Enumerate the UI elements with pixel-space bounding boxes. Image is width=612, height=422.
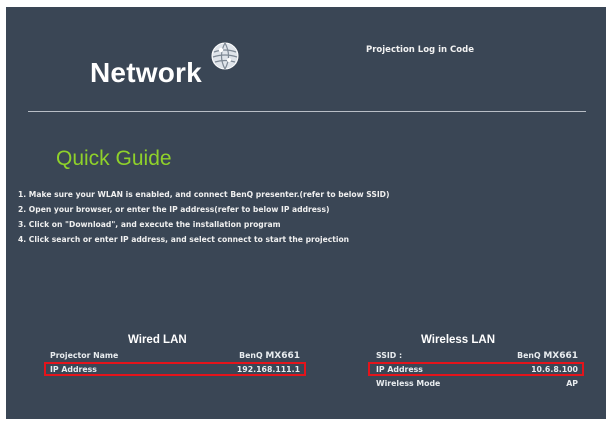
wired-projector-name-row: Projector Name BenQ MX661	[50, 349, 300, 363]
wireless-mode-label: Wireless Mode	[376, 379, 441, 388]
wireless-lan-title: Wireless LAN	[421, 334, 496, 346]
globe-icon	[211, 42, 239, 70]
wireless-mode-value: AP	[566, 379, 578, 388]
model-text: MX661	[543, 351, 578, 361]
guide-step: 4. Click search or enter IP address, and…	[18, 235, 350, 244]
wireless-ssid-row: SSID : BenQ MX661	[376, 349, 578, 363]
projector-name-label: Projector Name	[50, 351, 119, 360]
quick-guide-title: Quick Guide	[56, 147, 172, 170]
header-divider	[28, 111, 586, 112]
guide-step: 1. Make sure your WLAN is enabled, and c…	[18, 190, 390, 199]
network-title: Network	[90, 57, 202, 88]
guide-step: 3. Click on "Download", and execute the …	[18, 220, 281, 229]
wireless-mode-row: Wireless Mode AP	[376, 377, 578, 391]
ssid-label: SSID :	[376, 351, 403, 360]
wireless-ip-highlight	[368, 362, 584, 376]
wired-lan-title: Wired LAN	[128, 334, 187, 346]
network-screen: Network Projection Log in Code Quick Gui…	[6, 7, 606, 419]
guide-step: 2. Open your browser, or enter the IP ad…	[18, 205, 330, 214]
brand-text: BenQ	[517, 351, 541, 360]
quick-guide-steps: 1. Make sure your WLAN is enabled, and c…	[18, 187, 389, 247]
wired-ip-highlight	[44, 362, 306, 376]
ssid-value: BenQ MX661	[517, 349, 578, 363]
model-text: MX661	[265, 351, 300, 361]
projection-login-code-label: Projection Log in Code	[366, 45, 474, 55]
projector-name-value: BenQ MX661	[239, 349, 300, 363]
brand-text: BenQ	[239, 351, 263, 360]
